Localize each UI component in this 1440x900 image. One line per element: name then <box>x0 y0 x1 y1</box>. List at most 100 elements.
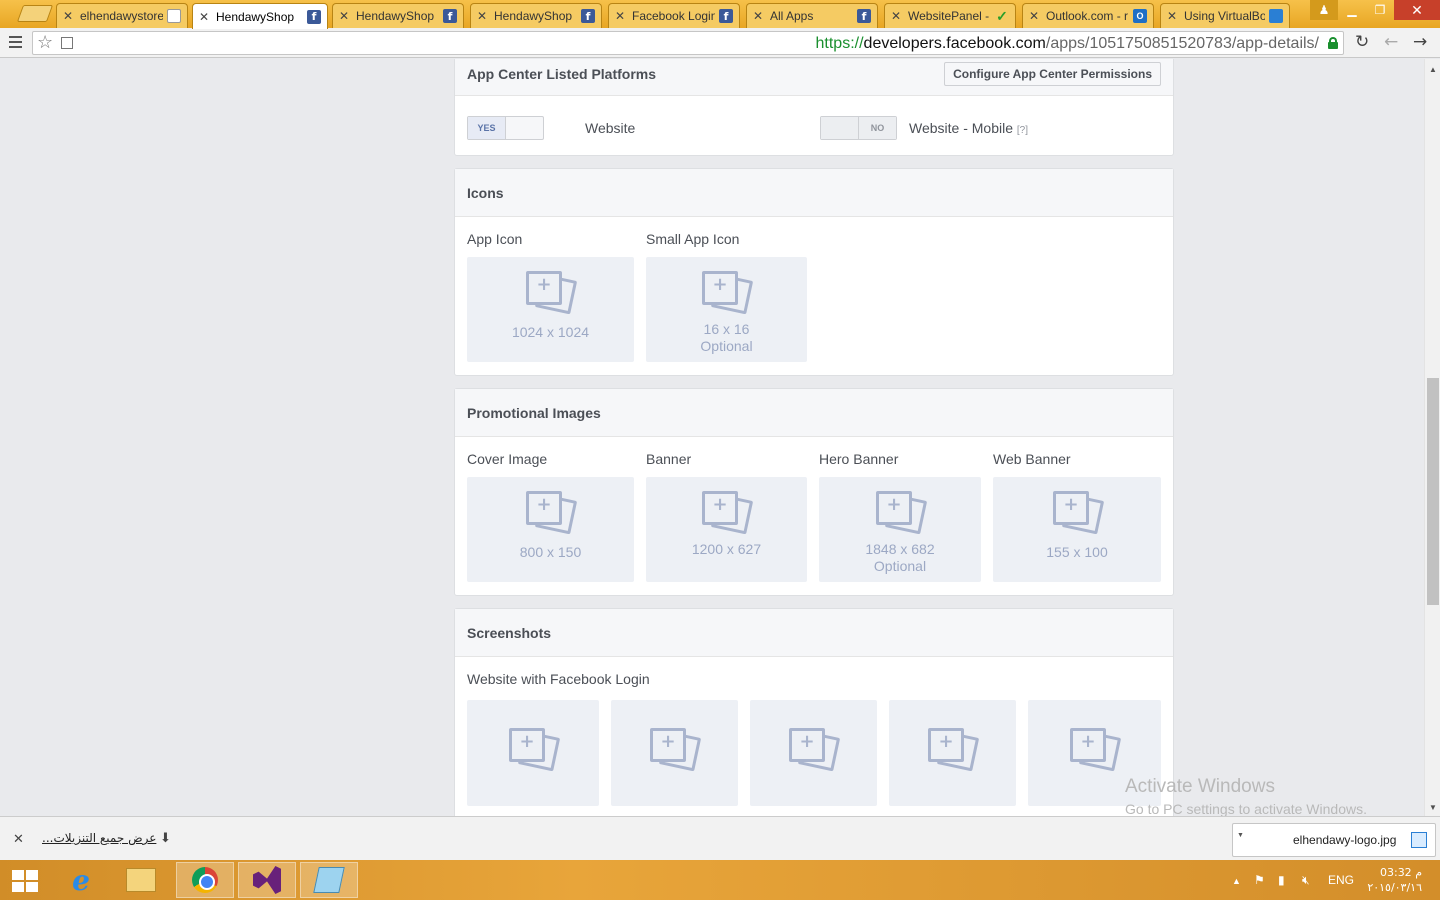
scrollbar-thumb[interactable] <box>1427 378 1439 605</box>
user-icon[interactable]: ♟ <box>1310 0 1338 20</box>
promo-panel: Promotional Images Cover Image + 800 x 1… <box>454 388 1174 596</box>
tab-title: HendawyShop <box>216 9 295 24</box>
scroll-down-icon[interactable]: ▼ <box>1429 803 1437 812</box>
forward-icon[interactable]: → <box>1413 32 1427 52</box>
taskbar-ie[interactable]: e <box>52 862 110 898</box>
tab-facebook-login[interactable]: ✕ Facebook Login f <box>608 3 740 28</box>
taskbar-notepad[interactable] <box>300 862 358 898</box>
show-all-downloads-link[interactable]: عرض جميع التنزيلات... <box>42 831 156 845</box>
address-bar[interactable]: ☆ https://developers.facebook.com/apps/1… <box>32 31 1344 55</box>
close-icon[interactable]: ✕ <box>753 9 763 23</box>
chrome-icon <box>192 867 218 893</box>
tab-virtualbox[interactable]: ✕ Using VirtualBo <box>1160 3 1290 28</box>
cover-image-label: Cover Image <box>467 451 548 467</box>
tab-outlook[interactable]: ✕ Outlook.com - r O <box>1022 3 1154 28</box>
tab-strip: ✕ elhendawystore ✕ HendawyShop f ✕ Henda… <box>0 0 1440 29</box>
close-icon[interactable]: ✕ <box>891 9 901 23</box>
download-item[interactable]: ▼ elhendawy-logo.jpg <box>1232 823 1436 857</box>
taskbar-chrome[interactable] <box>176 862 234 898</box>
scroll-up-icon[interactable]: ▲ <box>1429 65 1437 74</box>
page-viewport: App Center Listed Platforms Configure Ap… <box>0 59 1424 816</box>
download-bar: ✕ عرض جميع التنزيلات... ⬇ ▼ elhendawy-lo… <box>0 816 1440 860</box>
close-window-button[interactable]: ✕ <box>1394 0 1440 20</box>
close-icon[interactable]: ✕ <box>477 9 487 23</box>
chevron-down-icon[interactable]: ▼ <box>1237 832 1244 839</box>
web-banner-upload[interactable]: + 155 x 100 <box>993 477 1161 582</box>
app-icon-upload[interactable]: + 1024 x 1024 <box>467 257 634 362</box>
mobile-label-text: Website - Mobile <box>909 120 1014 136</box>
language-indicator[interactable]: ENG <box>1328 873 1354 887</box>
bookmark-star-icon[interactable]: ☆ <box>37 32 53 53</box>
taskbar-explorer[interactable] <box>112 862 170 898</box>
image-placeholder-icon: + <box>787 726 841 772</box>
size-hint: 1200 x 627 <box>691 541 762 557</box>
image-placeholder-icon: + <box>874 489 928 535</box>
banner-upload[interactable]: + 1200 x 627 <box>646 477 807 582</box>
volume-icon[interactable]: 🔇︎ <box>1302 873 1310 888</box>
menu-icon[interactable] <box>9 36 22 49</box>
close-icon[interactable]: ✕ <box>1167 9 1177 23</box>
tab-elhendawystore[interactable]: ✕ elhendawystore <box>56 3 188 28</box>
close-icon[interactable]: ✕ <box>13 831 24 847</box>
screenshot-slot[interactable]: + <box>889 700 1016 806</box>
window-controls: ♟ ▁ ❐ ✕ <box>1310 0 1440 20</box>
visual-studio-icon <box>253 866 281 894</box>
page-info-icon[interactable] <box>61 37 73 49</box>
icons-header: Icons <box>455 169 1173 217</box>
flag-icon[interactable]: ⚑ <box>1254 873 1265 887</box>
windows-start-icon[interactable] <box>12 870 38 892</box>
close-icon[interactable]: ✕ <box>63 9 73 23</box>
optional-hint: Optional <box>700 338 753 354</box>
website-toggle[interactable]: YES <box>467 116 544 140</box>
tab-title: HendawyShop <box>494 9 573 23</box>
icons-panel: Icons App Icon + 1024 x 1024 Small App I… <box>454 168 1174 376</box>
taskbar-visual-studio[interactable] <box>238 862 296 898</box>
download-arrow-icon: ⬇ <box>160 830 171 845</box>
facebook-icon: f <box>443 9 457 23</box>
tab-all-apps[interactable]: ✕ All Apps f <box>746 3 878 28</box>
vertical-scrollbar[interactable]: ▲ ▼ <box>1424 59 1440 816</box>
checkmark-icon: ✓ <box>996 7 1008 24</box>
url-text[interactable]: https://developers.facebook.com/apps/105… <box>816 35 1319 53</box>
clock[interactable]: 03:32 م ٢٠١٥/٠٣/١٦ <box>1367 865 1422 895</box>
size-hint: 155 x 100 <box>1046 544 1108 560</box>
screenshot-slot[interactable]: + <box>467 700 599 806</box>
new-tab-button[interactable] <box>16 5 54 22</box>
help-link[interactable]: [?] <box>1017 125 1028 136</box>
url-host: developers.facebook.com <box>863 35 1046 52</box>
image-placeholder-icon: + <box>700 489 754 535</box>
close-icon[interactable]: ✕ <box>339 9 349 23</box>
tab-websitepanel[interactable]: ✕ WebsitePanel - ✓ <box>884 3 1016 28</box>
tab-hendawyshop-2[interactable]: ✕ HendawyShop f <box>332 3 464 28</box>
close-icon[interactable]: ✕ <box>615 9 625 23</box>
image-placeholder-icon: + <box>926 726 980 772</box>
screenshots-subtitle: Website with Facebook Login <box>467 671 650 687</box>
back-icon[interactable]: ← <box>1384 32 1398 52</box>
screenshot-slot[interactable]: + <box>611 700 738 806</box>
configure-permissions-button[interactable]: Configure App Center Permissions <box>944 62 1161 86</box>
section-title: Promotional Images <box>467 404 601 421</box>
cover-image-upload[interactable]: + 800 x 150 <box>467 477 634 582</box>
tab-hendawyshop-active[interactable]: ✕ HendawyShop f <box>192 3 328 29</box>
minimize-button[interactable]: ▁ <box>1338 0 1366 20</box>
image-file-icon <box>1411 832 1427 848</box>
tab-hendawyshop-3[interactable]: ✕ HendawyShop f <box>470 3 602 28</box>
tab-title: WebsitePanel - <box>908 9 990 23</box>
tray-expand-icon[interactable]: ▲ <box>1232 876 1241 886</box>
reload-icon[interactable]: ↻ <box>1355 32 1369 52</box>
small-app-icon-label: Small App Icon <box>646 231 740 247</box>
close-icon[interactable]: ✕ <box>1029 9 1039 23</box>
tab-title: elhendawystore <box>80 9 163 23</box>
download-filename: elhendawy-logo.jpg <box>1293 833 1397 847</box>
close-icon[interactable]: ✕ <box>199 10 209 24</box>
website-mobile-toggle[interactable]: NO <box>820 116 897 140</box>
restore-button[interactable]: ❐ <box>1366 0 1394 20</box>
signal-icon[interactable]: ▮ <box>1278 873 1285 887</box>
lock-icon[interactable] <box>1328 37 1338 49</box>
hero-banner-label: Hero Banner <box>819 451 899 467</box>
image-placeholder-icon: + <box>524 269 578 315</box>
small-app-icon-upload[interactable]: + 16 x 16 Optional <box>646 257 807 362</box>
screenshot-slot[interactable]: + <box>750 700 877 806</box>
image-placeholder-icon: + <box>700 269 754 315</box>
hero-banner-upload[interactable]: + 1848 x 682 Optional <box>819 477 981 582</box>
